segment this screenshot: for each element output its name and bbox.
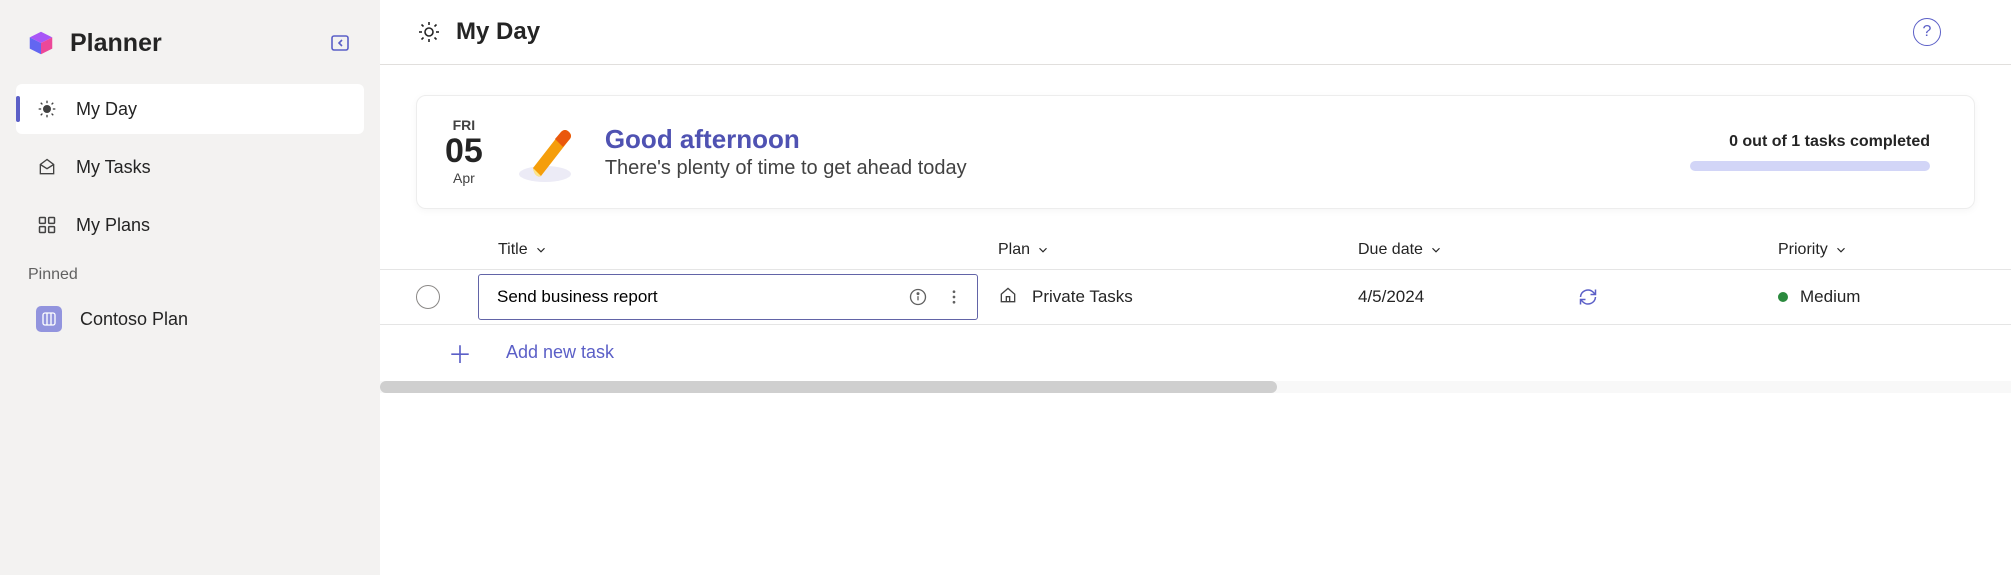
priority-dot-icon (1778, 292, 1788, 302)
date-weekday: FRI (445, 118, 483, 133)
sun-icon (36, 98, 58, 120)
sidebar-item-label: Contoso Plan (80, 309, 188, 330)
sidebar-item-my-tasks[interactable]: My Tasks (16, 142, 364, 192)
board-icon (36, 306, 62, 332)
column-label: Plan (998, 241, 1030, 259)
recurring-icon[interactable] (1578, 287, 1600, 307)
task-table: Title Plan Due date Priority (380, 235, 2011, 393)
horizontal-scrollbar[interactable] (380, 381, 2011, 393)
sidebar-item-label: My Day (76, 99, 137, 120)
task-title-cell[interactable] (478, 274, 978, 320)
sidebar-header: Planner (16, 20, 364, 76)
chevron-down-icon (534, 243, 548, 257)
progress-block: 0 out of 1 tasks completed (1690, 133, 1930, 171)
add-task-label[interactable]: Add new task (478, 342, 998, 363)
greeting-title: Good afternoon (605, 124, 1670, 155)
column-label: Title (498, 241, 528, 259)
chevron-down-icon (1834, 243, 1848, 257)
task-plan-cell[interactable]: Private Tasks (998, 285, 1358, 310)
date-block: FRI 05 Apr (445, 118, 483, 186)
date-day: 05 (445, 133, 483, 170)
sidebar: Planner My Day My Tasks (0, 0, 380, 575)
task-due-cell[interactable]: 4/5/2024 (1358, 287, 1578, 307)
complete-checkbox[interactable] (416, 285, 440, 309)
chevron-down-icon (1036, 243, 1050, 257)
app-title: Planner (70, 29, 312, 58)
sidebar-item-my-plans[interactable]: My Plans (16, 200, 364, 250)
home-icon (998, 285, 1018, 310)
sidebar-item-label: My Plans (76, 215, 150, 236)
column-header-plan[interactable]: Plan (998, 241, 1358, 259)
greeting-card: FRI 05 Apr Good afternoon There's plenty… (416, 95, 1975, 209)
page-title: My Day (456, 18, 1913, 46)
collapse-sidebar-button[interactable] (326, 29, 354, 57)
column-header-title[interactable]: Title (478, 241, 998, 259)
help-button[interactable]: ? (1913, 18, 1941, 46)
chevron-down-icon (1429, 243, 1443, 257)
task-title-input[interactable] (497, 287, 895, 307)
column-label: Priority (1778, 241, 1828, 259)
task-due-date: 4/5/2024 (1358, 287, 1424, 306)
sidebar-item-pinned-plan[interactable]: Contoso Plan (16, 292, 364, 346)
greeting-text: Good afternoon There's plenty of time to… (605, 124, 1670, 180)
column-header-priority[interactable]: Priority (1778, 241, 2011, 259)
grid-icon (36, 214, 58, 236)
plus-icon[interactable]: ＋ (404, 335, 472, 370)
main-content: My Day ? FRI 05 Apr Good afternoon There… (380, 0, 2011, 575)
more-options-icon[interactable] (941, 284, 967, 310)
inbox-icon (36, 156, 58, 178)
task-row[interactable]: Private Tasks 4/5/2024 Medium (380, 269, 2011, 325)
column-header-due[interactable]: Due date (1358, 241, 1578, 259)
greeting-subtitle: There's plenty of time to get ahead toda… (605, 157, 1670, 180)
page-header: My Day ? (380, 0, 2011, 65)
sun-icon (416, 19, 442, 45)
table-header: Title Plan Due date Priority (380, 235, 2011, 269)
pencil-illustration-icon (513, 116, 585, 188)
pinned-section-label: Pinned (16, 258, 364, 284)
task-priority-cell[interactable]: Medium (1778, 287, 2011, 307)
task-plan-name: Private Tasks (1032, 287, 1133, 307)
date-month: Apr (445, 171, 483, 186)
progress-text: 0 out of 1 tasks completed (1690, 133, 1930, 151)
column-label: Due date (1358, 241, 1423, 259)
scrollbar-thumb[interactable] (380, 381, 1277, 393)
task-priority-label: Medium (1800, 287, 1860, 307)
sidebar-item-my-day[interactable]: My Day (16, 84, 364, 134)
sidebar-item-label: My Tasks (76, 157, 151, 178)
planner-logo-icon (26, 28, 56, 58)
add-task-row[interactable]: ＋ Add new task (380, 325, 2011, 379)
progress-bar (1690, 161, 1930, 171)
info-icon[interactable] (905, 284, 931, 310)
